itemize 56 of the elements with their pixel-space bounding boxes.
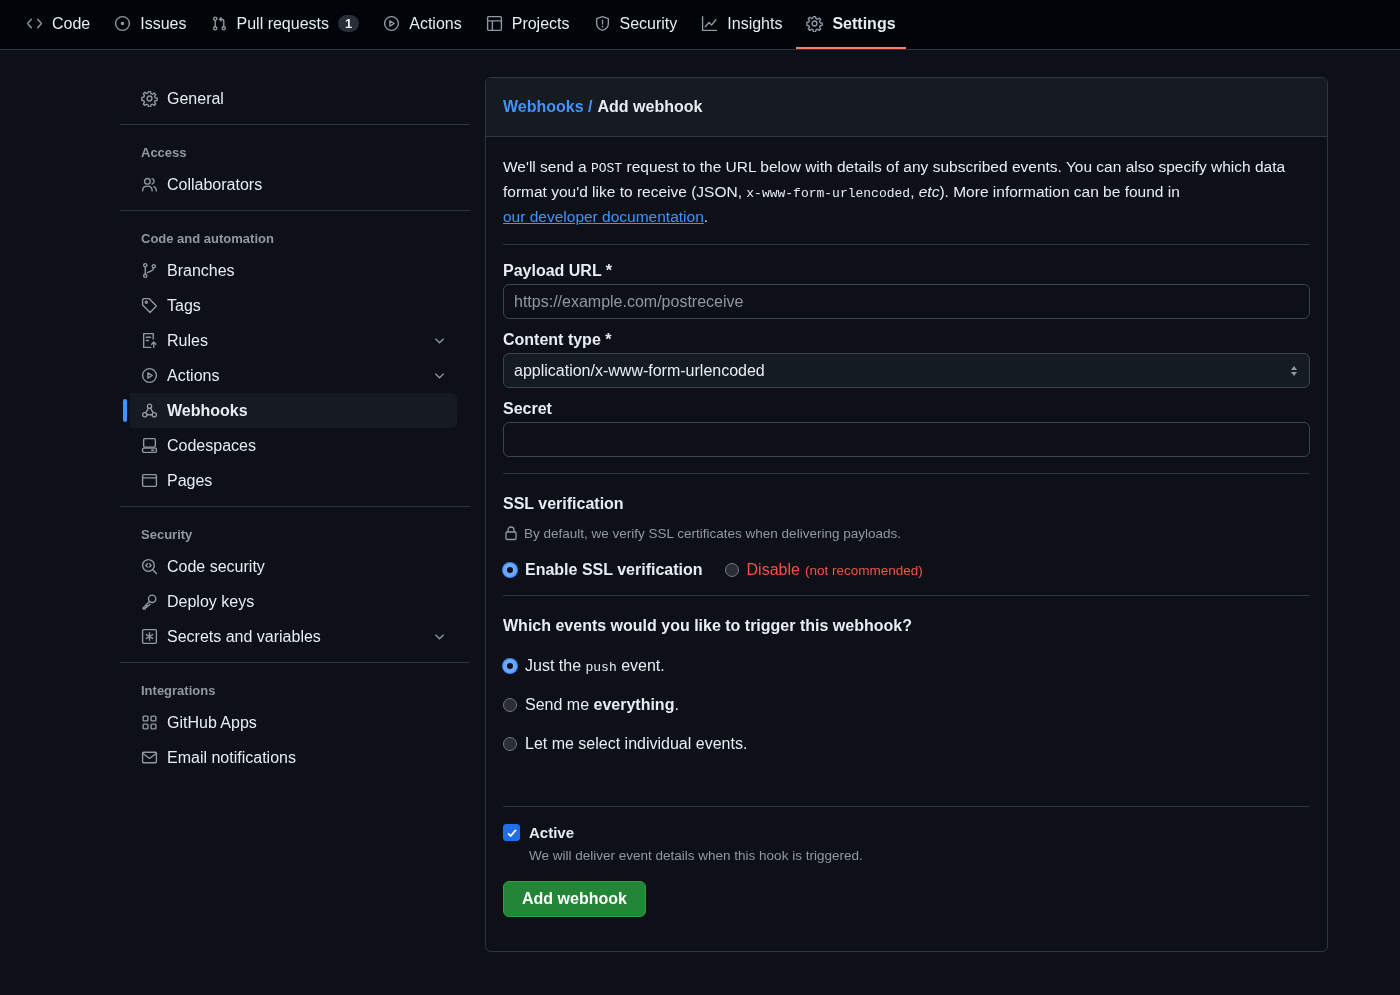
nav-tab[interactable]: Issues: [104, 0, 197, 49]
add-webhook-button[interactable]: Add webhook: [503, 881, 646, 917]
description-text: We'll send a POST request to the URL below with details of any subscribed events. You can also specify which data format you'd like to receive (JSON, x-www-form-urlencoded, etc). More information can be found in our developer documentation.: [503, 157, 1287, 227]
sidebar-item[interactable]: Actions: [123, 358, 457, 393]
sidebar-item[interactable]: Code security: [123, 549, 457, 584]
sidebar-item[interactable]: Secrets and variables: [123, 619, 457, 654]
sidebar-item[interactable]: Branches: [123, 253, 457, 288]
nav-tab[interactable]: Security: [583, 0, 688, 49]
sidebar-item[interactable]: Webhooks: [123, 393, 457, 428]
section-heading: Which events would you like to trigger this webhook?: [503, 617, 912, 635]
content-type-select[interactable]: application/x-www-form-urlencoded: [503, 353, 1310, 388]
radio-label: Let me select individual events.: [525, 735, 748, 753]
section-heading: Access: [140, 144, 188, 162]
radio-button[interactable]: [503, 659, 517, 673]
radio-button[interactable]: [724, 563, 739, 577]
secret-field[interactable]: [503, 422, 1310, 457]
section-heading: Security: [140, 526, 194, 544]
payload-url-field[interactable]: https://example.com/postreceive: [503, 284, 1310, 319]
field-label: Content type *: [503, 331, 612, 349]
radio-label: Disable: [746, 561, 800, 579]
sidebar-item[interactable]: GitHub Apps: [123, 705, 457, 740]
nav-tab[interactable]: Code: [16, 0, 101, 49]
sidebar-item[interactable]: Codespaces: [123, 428, 457, 463]
warning-note: (not recommended): [804, 562, 923, 578]
checkbox[interactable]: [503, 824, 520, 841]
sidebar-item[interactable]: Collaborators: [123, 167, 457, 202]
radio-button[interactable]: [503, 737, 517, 751]
documentation-link[interactable]: our developer documentation: [503, 208, 704, 225]
checkbox-label: Active: [529, 824, 575, 841]
count-badge: 1: [338, 15, 360, 32]
radio-label: Send me everything.: [525, 696, 679, 714]
nav-tab[interactable]: Insights: [691, 0, 793, 49]
radio-label: Just the push event.: [525, 657, 665, 675]
lock-icon: [503, 525, 519, 541]
sidebar-item[interactable]: General: [123, 81, 457, 116]
radio-label: Enable SSL verification: [525, 561, 703, 579]
section-heading: SSL verification: [503, 495, 624, 513]
page-title: Add webhook: [597, 98, 703, 116]
nav-tab[interactable]: Settings: [796, 0, 906, 49]
sidebar-item[interactable]: Tags: [123, 288, 457, 323]
breadcrumb-link[interactable]: Webhooks /: [503, 98, 593, 116]
sidebar-item[interactable]: Deploy keys: [123, 584, 457, 619]
field-label: Secret: [503, 400, 552, 418]
field-label: Payload URL *: [503, 262, 613, 280]
section-heading: Code and automation: [140, 230, 275, 248]
hint-text: By default, we verify SSL certificates when delivering payloads.: [524, 525, 901, 541]
section-heading: Integrations: [140, 682, 217, 700]
sidebar-item[interactable]: Pages: [123, 463, 457, 498]
nav-tab[interactable]: Actions: [373, 0, 472, 49]
sidebar-item[interactable]: Rules: [123, 323, 457, 358]
hint-text: We will deliver event details when this hook is triggered.: [529, 848, 863, 863]
radio-button[interactable]: [503, 698, 517, 712]
sidebar-item[interactable]: Email notifications: [123, 740, 457, 775]
radio-button[interactable]: [503, 563, 517, 577]
nav-tab[interactable]: Projects: [475, 0, 580, 49]
nav-tab[interactable]: Pull requests 1: [200, 0, 370, 49]
